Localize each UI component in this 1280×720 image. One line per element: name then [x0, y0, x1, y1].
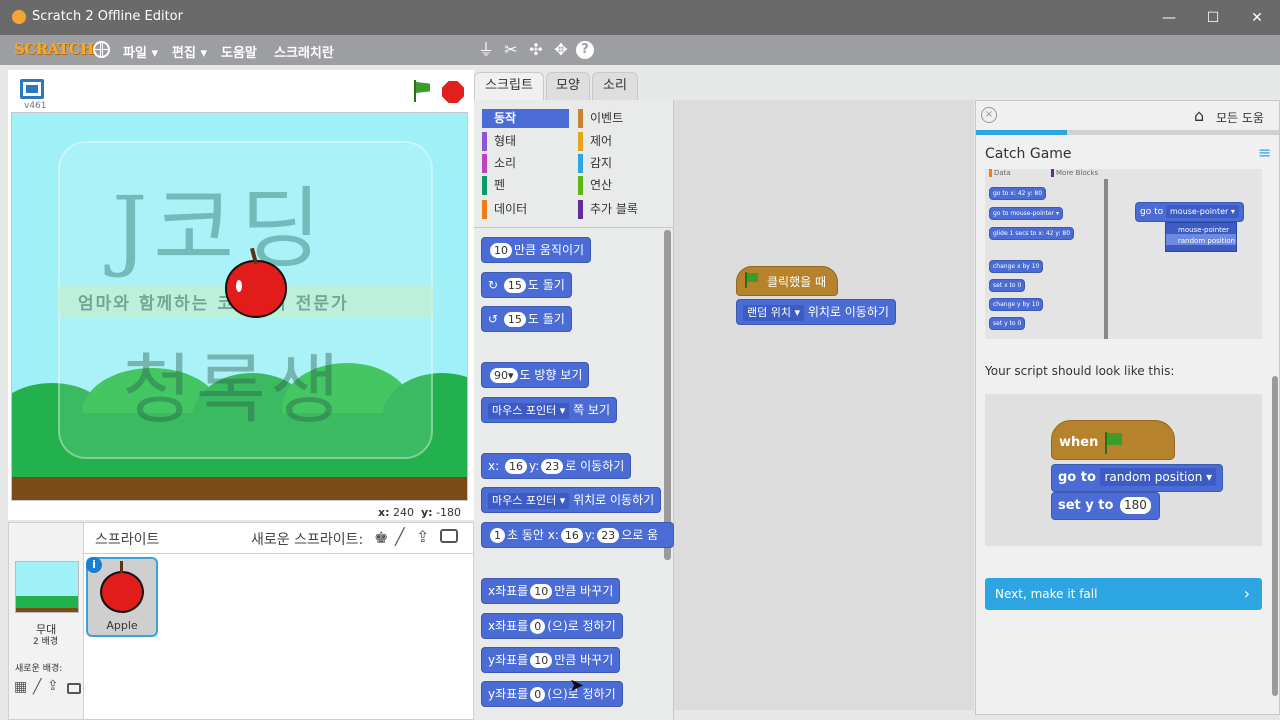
help-scrollbar[interactable] [1272, 376, 1278, 696]
category-events[interactable]: 이벤트 [578, 109, 623, 128]
example-flag-icon [1103, 431, 1125, 454]
turn-right-icon: ↻ [488, 278, 499, 292]
block-turn-left[interactable]: ↺ 15 도 돌기 [481, 306, 572, 332]
backdrop-library-icon[interactable]: ▦ [14, 679, 27, 695]
help-thumbnail: Data More Blocks go to x: 42 y: 80 go to… [985, 169, 1262, 339]
upload-sprite-icon[interactable]: ⇪ [416, 527, 429, 546]
sprites-panel: 스프라이트 새로운 스프라이트: ♚ ╱ ⇪ 무대 2 배경 새로운 배경: ▦… [8, 522, 475, 720]
block-move[interactable]: 10 만큼 움직이기 [481, 237, 592, 263]
sprite-info-icon[interactable]: i [86, 557, 102, 573]
watermark-banner: 엄마와 함께하는 코딩놀이 전문가 [78, 294, 349, 314]
help-panel: × ⌂ 모든 도움 Catch Game ≡ Data More Blocks … [975, 100, 1280, 715]
category-data[interactable]: 데이터 [482, 200, 527, 219]
chevron-right-icon: › [1243, 584, 1250, 603]
block-palette: 동작 형태 소리 펜 데이터 이벤트 제어 감지 연산 추가 블록 10 만큼 움… [474, 100, 674, 720]
watermark-top: J코딩 [112, 177, 328, 280]
category-operators[interactable]: 연산 [578, 176, 612, 195]
help-title: Catch Game [985, 146, 1072, 162]
block-turn-right[interactable]: ↻ 15 도 돌기 [481, 272, 572, 298]
stage-canvas[interactable]: J코딩 엄마와 함께하는 코딩놀이 전문가 청록생 [11, 112, 468, 501]
help-menu-icon[interactable]: ≡ [1258, 143, 1271, 162]
fullscreen-icon[interactable] [20, 79, 44, 99]
progress-track [976, 130, 1279, 135]
paint-sprite-icon[interactable]: ╱ [395, 527, 405, 546]
new-sprite-label: 새로운 스프라이트: [251, 532, 364, 548]
menu-file[interactable]: 파일 ▾ [123, 42, 158, 61]
stage-coords: x: 240 y: -180 [378, 506, 462, 519]
app-icon [12, 10, 26, 24]
example-goto-block: go to random position ▾ [1051, 464, 1224, 492]
stage-backdrop-count: 2 배경 [33, 637, 59, 647]
tab-scripts[interactable]: 스크립트 [474, 72, 544, 100]
help-instruction: Your script should look like this: [985, 364, 1175, 378]
script-flag-icon [744, 272, 760, 288]
menu-bar: SCRATCH 파일 ▾ 편집 ▾ 도움말 스크래치란 ⏚ ✂ ✣ ✥ ? [0, 35, 1280, 65]
camera-sprite-icon[interactable] [440, 529, 458, 543]
sprites-title: 스프라이트 [95, 532, 160, 548]
category-looks[interactable]: 형태 [482, 132, 516, 151]
block-change-y[interactable]: y좌표를 10 만큼 바꾸기 [481, 647, 621, 673]
block-point-towards[interactable]: 마우스 포인터 ▾ 쪽 보기 [481, 397, 617, 423]
menu-edit[interactable]: 편집 ▾ [172, 42, 207, 61]
block-set-x[interactable]: x좌표를 0 (으)로 정하기 [481, 613, 623, 639]
close-button[interactable]: ✕ [1234, 4, 1280, 32]
version-label: v461 [24, 101, 47, 111]
block-change-x[interactable]: x좌표를 10 만큼 바꾸기 [481, 578, 621, 604]
block-glide[interactable]: 1초 동안 x: 16 y: 23 으로 움 [481, 522, 674, 548]
all-help-link[interactable]: 모든 도움 [1216, 109, 1264, 126]
category-control[interactable]: 제어 [578, 132, 612, 151]
category-motion[interactable]: 동작 [482, 109, 569, 128]
tab-costumes[interactable]: 모양 [546, 72, 590, 100]
apple-sprite[interactable] [225, 260, 287, 318]
home-icon[interactable]: ⌂ [1194, 106, 1204, 125]
tab-sounds[interactable]: 소리 [592, 72, 638, 100]
maximize-button[interactable]: ☐ [1190, 4, 1236, 32]
title-bar: Scratch 2 Offline Editor — ☐ ✕ [0, 0, 1280, 35]
example-hat-block: when clicked [1051, 420, 1175, 494]
block-set-y[interactable]: y좌표를 0 (으)로 정하기 [481, 681, 623, 707]
block-goto[interactable]: 마우스 포인터 ▾ 위치로 이동하기 [481, 487, 662, 513]
block-goto-xy[interactable]: x: 16 y: 23 로 이동하기 [481, 453, 632, 479]
duplicate-icon[interactable]: ⏚ [476, 40, 496, 60]
block-help-icon[interactable]: ? [576, 41, 594, 59]
category-sound[interactable]: 소리 [482, 154, 516, 173]
stage-thumbnail[interactable] [15, 561, 79, 613]
script-goto-block[interactable]: 랜덤 위치 ▾ 위치로 이동하기 [736, 299, 896, 325]
upload-backdrop-icon[interactable]: ⇪ [47, 678, 59, 694]
mouse-cursor-icon: ➤ [569, 675, 585, 696]
category-more-blocks[interactable]: 추가 블록 [578, 200, 638, 219]
delete-icon[interactable]: ✂ [501, 40, 521, 60]
example-set-y-block: set y to 180 [1051, 492, 1160, 520]
choose-sprite-icon[interactable]: ♚ [374, 528, 388, 547]
next-step-button[interactable]: Next, make it fall › [985, 578, 1262, 610]
progress-fill [976, 130, 1067, 135]
palette-scrollbar[interactable] [664, 230, 671, 560]
globe-icon[interactable] [93, 41, 110, 58]
shrink-icon[interactable]: ✥ [551, 40, 571, 60]
green-flag-icon[interactable] [412, 80, 432, 102]
category-sensing[interactable]: 감지 [578, 154, 612, 173]
sprite-name: Apple [106, 619, 138, 632]
new-backdrop-label: 새로운 배경: [15, 664, 63, 674]
window-title: Scratch 2 Offline Editor [32, 9, 183, 24]
menu-help[interactable]: 도움말 [221, 42, 257, 61]
block-point-direction[interactable]: 90▾ 도 방향 보기 [481, 362, 590, 388]
scratch-logo[interactable]: SCRATCH [14, 40, 94, 58]
watermark-bottom: 청록생 [122, 345, 344, 434]
turn-left-icon: ↺ [488, 312, 499, 326]
minimize-button[interactable]: — [1146, 4, 1192, 32]
category-pen[interactable]: 펜 [482, 176, 505, 195]
help-example: when clicked go to random position ▾ set… [985, 394, 1262, 546]
script-area[interactable]: 클릭했을 때 랜덤 위치 ▾ 위치로 이동하기 [674, 100, 974, 710]
paint-backdrop-icon[interactable]: ╱ [33, 679, 41, 695]
help-close-icon[interactable]: × [981, 107, 997, 123]
menu-tips[interactable]: 스크래치란 [274, 42, 334, 61]
grow-icon[interactable]: ✣ [526, 40, 546, 60]
camera-backdrop-icon[interactable] [67, 683, 81, 694]
